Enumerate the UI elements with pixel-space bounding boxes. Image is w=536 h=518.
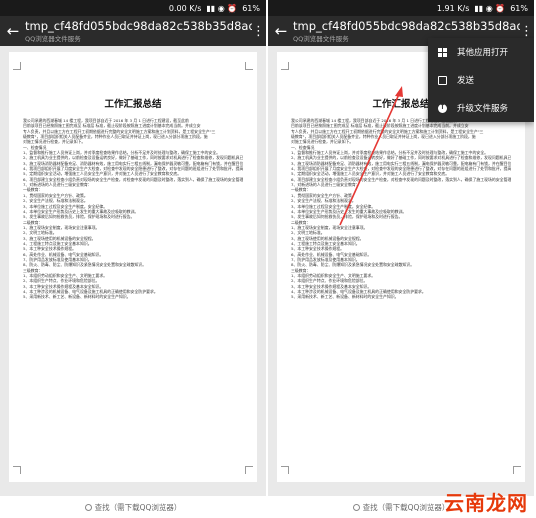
- crop-mark: [13, 62, 21, 70]
- crop-mark: [245, 62, 253, 70]
- search-icon: [84, 503, 92, 511]
- network-speed: 0.00 K/s: [168, 3, 202, 13]
- title-block: tmp_cf48fd055bdc98da82c538b35d8adf... QQ…: [25, 19, 252, 43]
- document-line: 5、采用新技术、新工艺、新设备、新材料时的安全生产知识。: [23, 294, 131, 300]
- status-icons: ▮▮ ◉ ⏰: [206, 3, 238, 13]
- bottom-search-bar[interactable]: 查找（需下载QQ浏览器）: [0, 496, 266, 518]
- document-body: 我公司承建的西湖春城 14 楼工程，我项目部自近于 2016 年 3 月 1 日…: [23, 118, 243, 300]
- search-label: 查找（需下载QQ浏览器）: [94, 502, 182, 512]
- back-arrow-icon[interactable]: ←: [4, 22, 22, 40]
- document-page: 工作汇报总结 我公司承建的西湖春城 14 楼工程，我项目部自近于 2016 年 …: [9, 52, 257, 482]
- file-title: tmp_cf48fd055bdc98da82c538b35d8adf...: [25, 19, 252, 33]
- right-screenshot: 1.91 K/s ▮▮ ◉ ⏰ 61% ← tmp_cf48fd055bdc98…: [268, 0, 534, 518]
- document-line: 2、施工机具为业主提供的，以前检查及设备运转良好，做好了基础工作，同时按要求对机…: [23, 155, 243, 161]
- crop-mark: [13, 466, 21, 474]
- document-title: 工作汇报总结: [104, 99, 162, 110]
- battery-level: 61%: [242, 3, 260, 13]
- crop-mark: [245, 466, 253, 474]
- red-arrow-annotation: [339, 86, 403, 226]
- status-bar: 0.00 K/s ▮▮ ◉ ⏰ 61%: [0, 0, 266, 16]
- left-screenshot: 0.00 K/s ▮▮ ◉ ⏰ 61% ← tmp_cf48fd055bdc98…: [0, 0, 266, 518]
- more-menu-icon[interactable]: ⋮: [252, 24, 265, 39]
- watermark-logo: 云南龙网: [444, 491, 528, 515]
- file-subtitle: QQ浏览器文件服务: [25, 35, 81, 43]
- app-bar: ← tmp_cf48fd055bdc98da82c538b35d8adf... …: [0, 16, 266, 46]
